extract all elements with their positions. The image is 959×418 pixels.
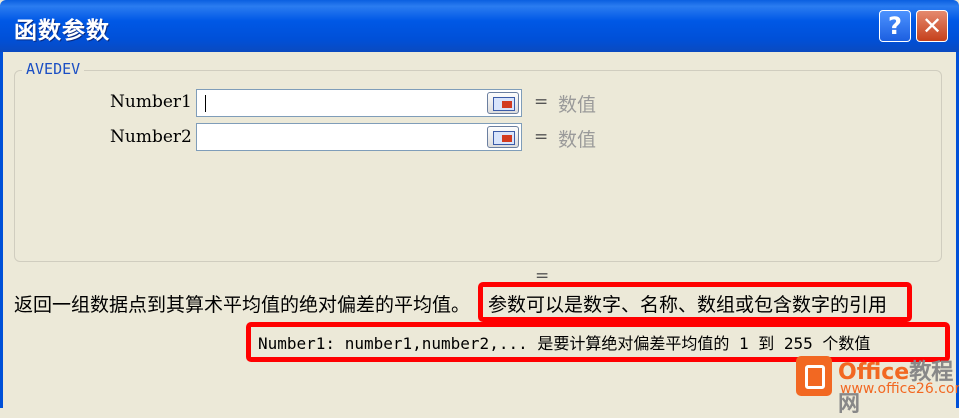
number2-collapse-button[interactable] <box>487 126 519 148</box>
help-button[interactable]: ? <box>879 10 911 42</box>
title-bar: 函数参数 ? ✕ <box>0 0 959 52</box>
number1-label: Number1 <box>110 92 192 112</box>
range-arrow-icon <box>502 101 512 108</box>
close-button[interactable]: ✕ <box>916 10 948 42</box>
number1-input[interactable] <box>196 89 522 117</box>
number1-result: 数值 <box>558 94 597 116</box>
office-logo-icon <box>796 356 832 396</box>
number2-label: Number2 <box>110 127 192 147</box>
window-title: 函数参数 <box>14 18 110 44</box>
function-description: 返回一组数据点到其算术平均值的绝对偏差的平均值。 <box>14 294 471 316</box>
help-icon: ? <box>888 12 902 40</box>
watermark-url: www.office26.com <box>840 381 959 397</box>
argument-help-text: Number1: number1,number2,... 是要计算绝对偏差平均值… <box>258 334 871 353</box>
range-arrow-icon <box>502 135 512 142</box>
number2-equals: = <box>534 127 549 147</box>
number1-equals: = <box>534 92 549 112</box>
number2-input[interactable] <box>196 123 522 151</box>
close-icon: ✕ <box>921 12 943 40</box>
number2-result: 数值 <box>558 129 597 151</box>
number1-collapse-button[interactable] <box>487 92 519 114</box>
function-name-label: AVEDEV <box>22 60 85 78</box>
argument-types-note: 参数可以是数字、名称、数组或包含数字的引用 <box>488 294 888 316</box>
text-caret <box>205 95 206 112</box>
